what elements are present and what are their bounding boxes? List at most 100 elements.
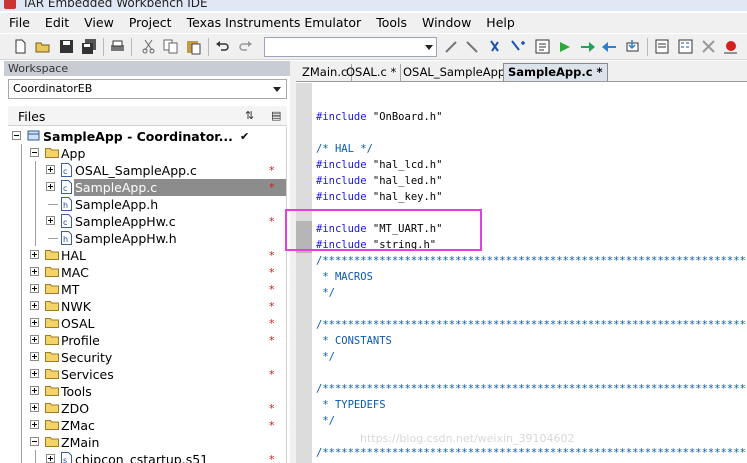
tree-item-label: ZMain (61, 435, 100, 450)
find-combo[interactable] (264, 37, 437, 57)
tree-item[interactable]: SampleApp - Coordinator... ✔ (8, 128, 286, 145)
tree-item[interactable]: ZDO * (8, 400, 286, 417)
tree-item[interactable]: c SampleApp.c * (8, 179, 286, 196)
menu-help[interactable]: Help (478, 13, 522, 33)
menu-tools[interactable]: Tools (368, 13, 414, 33)
menu-texas-instruments-emulator[interactable]: Texas Instruments Emulator (179, 13, 369, 33)
tree-item[interactable]: HAL * (8, 247, 286, 264)
tree-item[interactable]: h SampleAppHw.h (8, 230, 286, 247)
tree-item-label: ZDO (61, 401, 90, 416)
open-icon[interactable] (34, 38, 51, 55)
undo-icon[interactable] (214, 38, 231, 55)
column-options-icon[interactable]: ⇅ (245, 109, 254, 122)
tree-item[interactable]: MAC * (8, 264, 286, 281)
collapse-icon[interactable] (12, 131, 21, 140)
tree-item-label: OSAL (61, 316, 95, 331)
collapse-icon[interactable] (30, 437, 39, 446)
chevron-down-icon[interactable] (273, 87, 281, 92)
tree-item[interactable]: MT * (8, 281, 286, 298)
include-path: "hal_key.h" (366, 191, 443, 203)
code-line: /***************************************… (316, 383, 747, 395)
title-bar: IAR Embedded Workbench IDE (0, 0, 747, 11)
folder-icon (45, 386, 59, 396)
folder-icon (45, 284, 59, 294)
expand-icon[interactable] (30, 386, 39, 395)
expand-icon[interactable] (30, 250, 39, 259)
configuration-select[interactable]: CoordinatorEB (8, 79, 287, 99)
stop-icon[interactable] (700, 38, 717, 55)
breakpoint-icon[interactable] (722, 38, 739, 55)
tree-item[interactable]: ZMain (8, 434, 286, 451)
expand-icon[interactable] (30, 403, 39, 412)
svg-text:s: s (63, 456, 67, 463)
make-icon[interactable] (557, 38, 574, 55)
menu-edit[interactable]: Edit (37, 13, 76, 33)
menu-file[interactable]: File (0, 13, 37, 33)
column-settings-icon[interactable]: ▤ (271, 109, 281, 122)
tree-item[interactable]: s chipcon_cstartup.s51 * (8, 451, 286, 463)
tree-item[interactable]: NWK * (8, 298, 286, 315)
chevron-down-icon[interactable] (425, 45, 433, 50)
make-all-icon[interactable] (654, 38, 671, 55)
toggle-breakpoint-icon[interactable] (510, 38, 527, 55)
copy-icon[interactable] (162, 38, 179, 55)
paste-icon[interactable] (185, 38, 202, 55)
tree-item[interactable]: c OSAL_SampleApp.c * (8, 162, 286, 179)
tab-osal-sampleapp-c[interactable]: OSAL_SampleApp.c (399, 64, 521, 82)
c-file-icon: c (61, 180, 72, 194)
collapse-icon[interactable] (30, 148, 39, 157)
toggle-bookmark-icon[interactable] (443, 38, 460, 55)
tree-item-label: chipcon_cstartup.s51 (75, 452, 209, 463)
tree-item[interactable]: ZMac * (8, 417, 286, 434)
expand-icon[interactable] (30, 301, 39, 310)
new-file-icon[interactable] (12, 38, 29, 55)
tree-item[interactable]: h SampleApp.h (8, 196, 286, 213)
asm-file-icon: s (61, 452, 72, 463)
save-icon[interactable] (58, 38, 75, 55)
tree-item[interactable]: Security (8, 349, 286, 366)
download-icon[interactable] (624, 38, 641, 55)
next-bookmark-icon[interactable] (464, 38, 481, 55)
expand-icon[interactable] (30, 318, 39, 327)
expand-icon[interactable] (46, 454, 55, 463)
tree-item[interactable]: c SampleAppHw.c * (8, 213, 286, 230)
tree-item-label: SampleApp.h (75, 197, 159, 212)
c-file-icon: c (61, 163, 72, 177)
expand-icon[interactable] (30, 369, 39, 378)
expand-icon[interactable] (30, 335, 39, 344)
expand-icon[interactable] (30, 420, 39, 429)
preprocessor-keyword: #include (316, 191, 367, 203)
code-line: * CONSTANTS (316, 335, 392, 347)
header-file-icon: h (61, 197, 72, 211)
tree-item[interactable]: OSAL * (8, 315, 286, 332)
expand-icon[interactable] (30, 284, 39, 293)
editor-gutter[interactable] (296, 83, 312, 463)
tab-osal-c[interactable]: OSAL.c * (342, 64, 402, 82)
tree-item[interactable]: Profile * (8, 332, 286, 349)
goto-icon[interactable] (488, 38, 505, 55)
tab-sampleapp-c[interactable]: SampleApp.c * (503, 63, 608, 81)
tree-item[interactable]: Services * (8, 366, 286, 383)
stop-build-icon[interactable] (579, 38, 596, 55)
save-all-icon[interactable] (81, 38, 98, 55)
menu-view[interactable]: View (76, 13, 121, 33)
tree-item-label: MT (61, 282, 80, 297)
expand-icon[interactable] (46, 165, 55, 174)
expand-icon[interactable] (30, 267, 39, 276)
tree-item[interactable]: App (8, 145, 286, 162)
modified-marker: * (269, 266, 275, 279)
tree-item-label: SampleApp - Coordinator... (43, 129, 233, 144)
batch-build-icon[interactable] (677, 38, 694, 55)
expand-icon[interactable] (46, 182, 55, 191)
tree-item[interactable]: Tools (8, 383, 286, 400)
menu-project[interactable]: Project (121, 13, 179, 33)
print-icon[interactable] (109, 38, 126, 55)
code-editor[interactable]: #include "OnBoard.h" /* HAL */ #include "h… (296, 83, 747, 463)
debug-icon[interactable] (601, 38, 618, 55)
cut-icon[interactable] (140, 38, 157, 55)
redo-icon[interactable] (237, 38, 254, 55)
menu-window[interactable]: Window (414, 13, 478, 33)
expand-icon[interactable] (46, 216, 55, 225)
expand-icon[interactable] (30, 352, 39, 361)
compile-icon[interactable] (534, 38, 551, 55)
